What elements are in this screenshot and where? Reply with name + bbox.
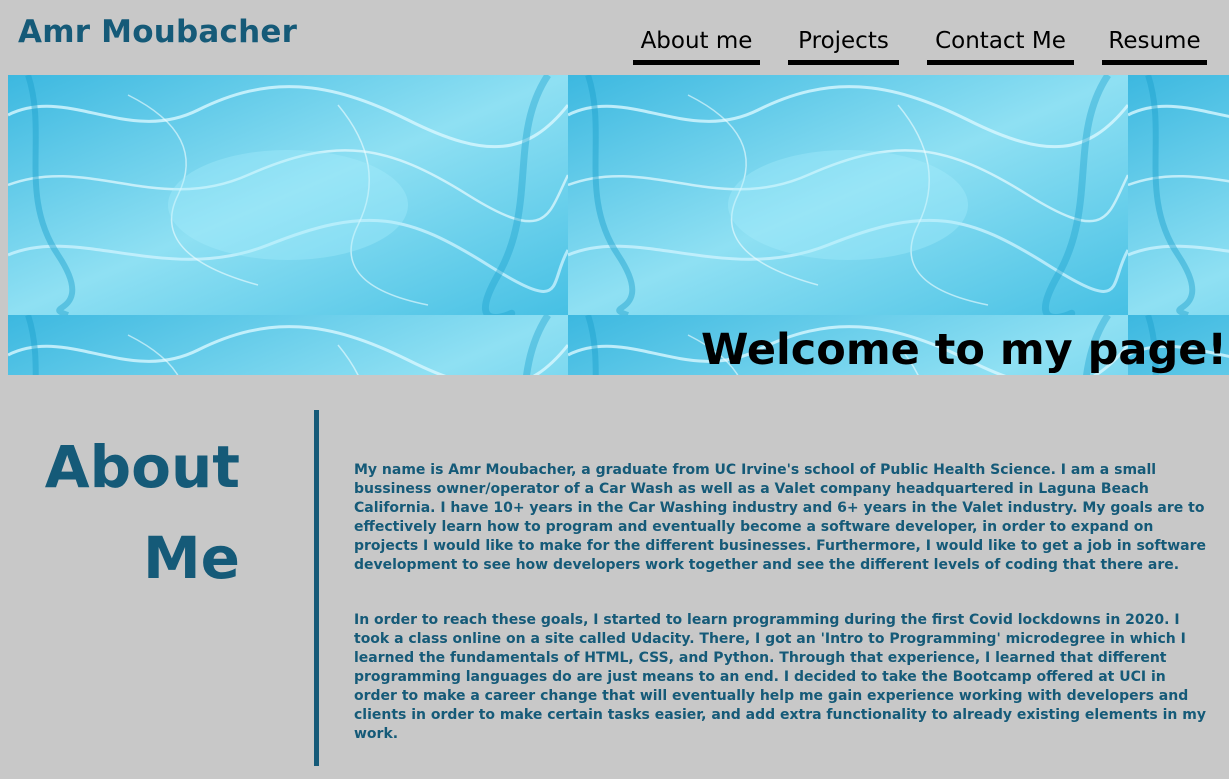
about-me-content: My name is Amr Moubacher, a graduate fro… (354, 461, 1206, 779)
nav-projects[interactable]: Projects (788, 27, 899, 65)
hero-banner: Welcome to my page! (8, 75, 1229, 375)
nav-contact-me[interactable]: Contact Me (927, 27, 1074, 65)
nav-about-me[interactable]: About me (633, 27, 760, 65)
nav-resume[interactable]: Resume (1102, 27, 1207, 65)
main-nav: About me Projects Contact Me Resume (0, 27, 1229, 67)
about-me-heading: About Me (40, 422, 240, 604)
vertical-divider (314, 410, 319, 766)
hero-tagline: Welcome to my page! (701, 325, 1227, 375)
about-heading-line2: Me (142, 524, 240, 592)
about-heading-line1: About (44, 433, 240, 501)
about-paragraph-2: In order to reach these goals, I started… (354, 611, 1206, 743)
about-paragraph-1: My name is Amr Moubacher, a graduate fro… (354, 462, 1206, 574)
